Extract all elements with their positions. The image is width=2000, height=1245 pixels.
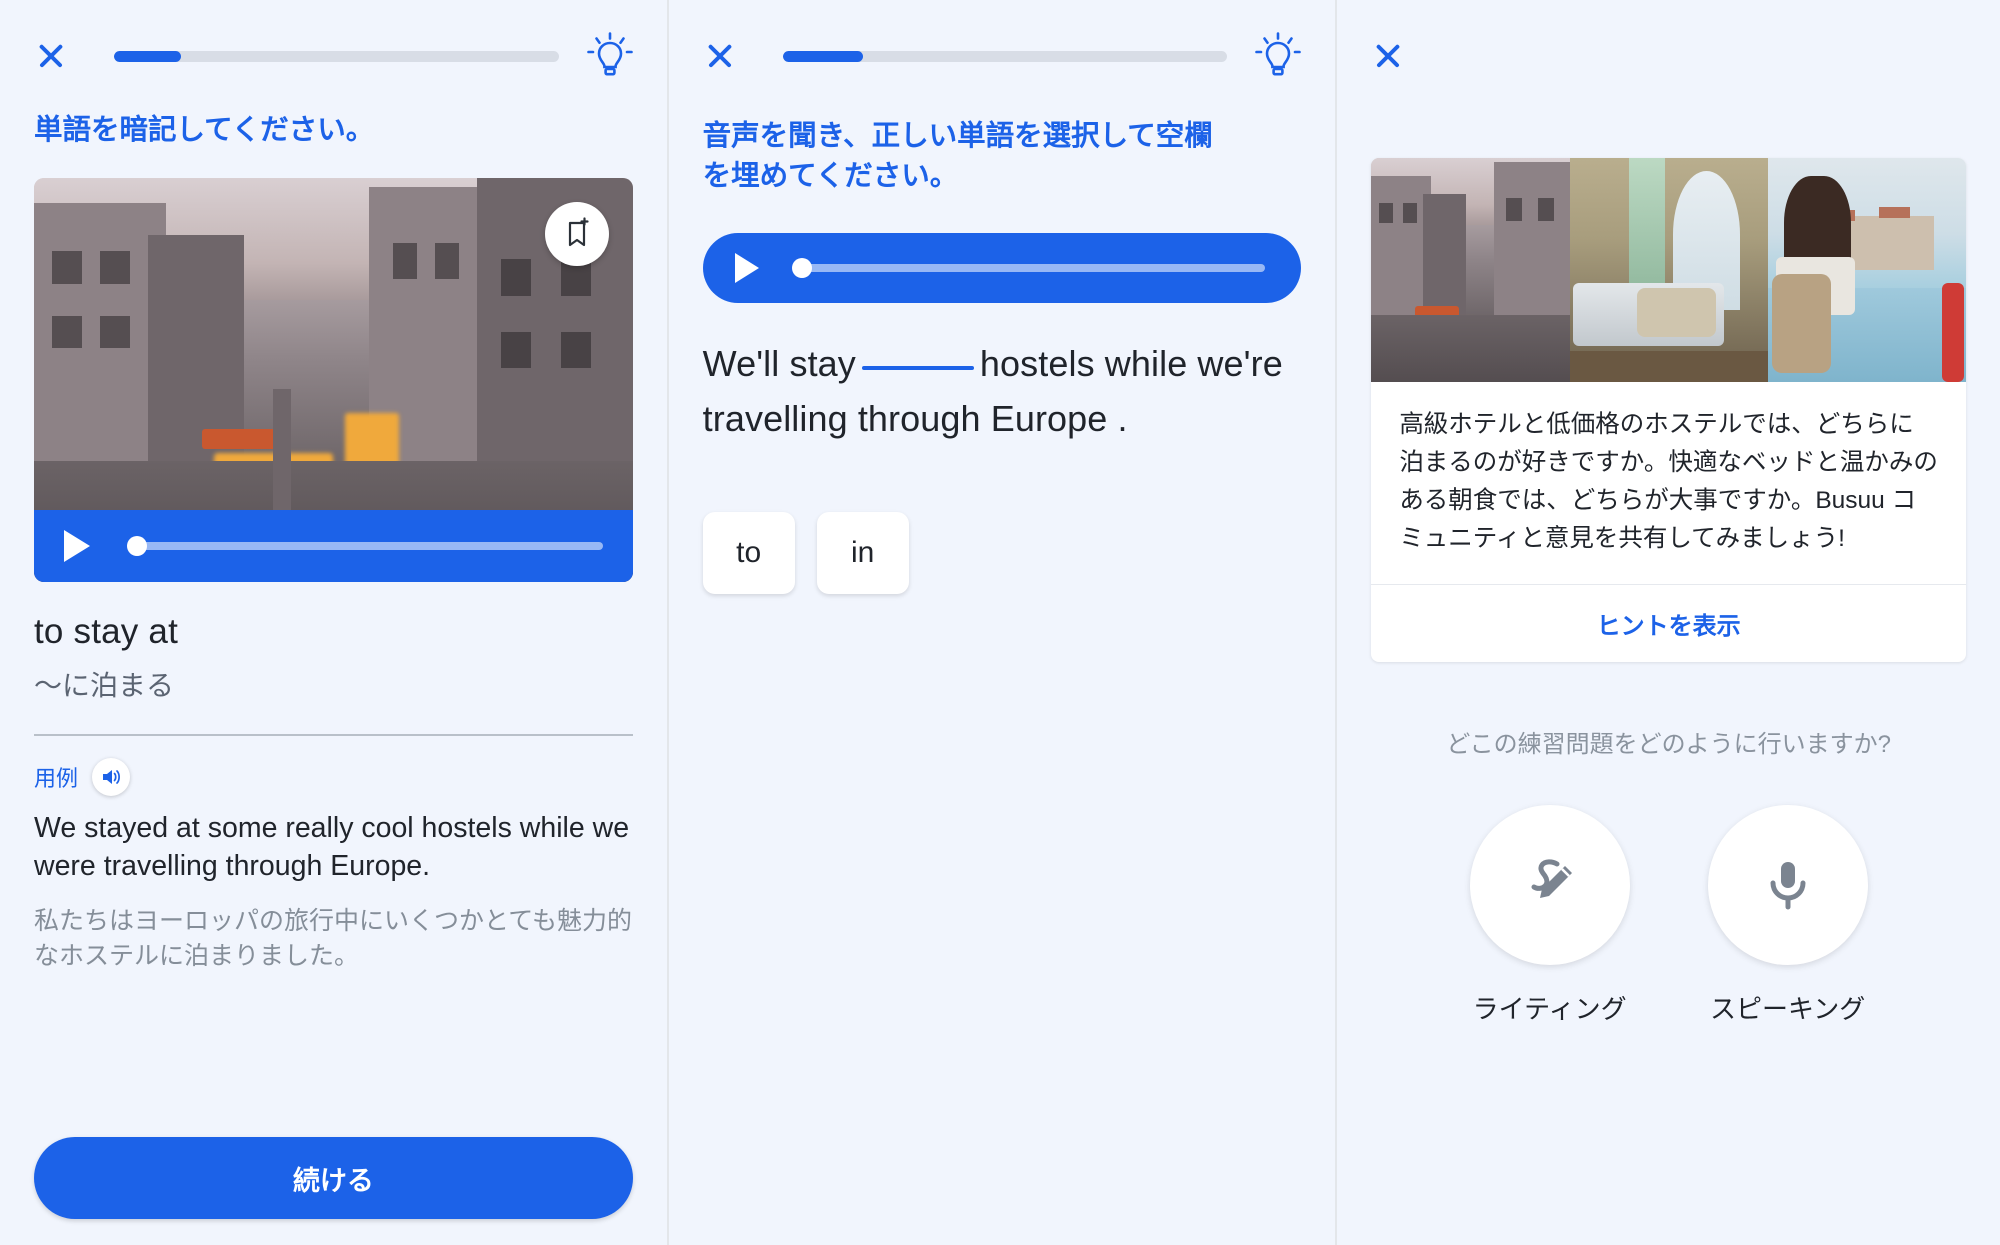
panel-fill-the-gap: 音声を聞き、正しい単語を選択して空欄を埋めてください。 We'll stay ho… — [668, 0, 1336, 1245]
example-sentence-japanese: 私たちはヨーロッパの旅行中にいくつかとても魅力的なホステルに泊まりました。 — [34, 906, 633, 971]
lightbulb-icon[interactable] — [586, 32, 633, 80]
example-sentence-english: We stayed at some really cool hostels wh… — [34, 811, 630, 882]
practice-prompt-card: 高級ホテルと低価格のホステルでは、どちらに泊まるのが好きですか。快適なベッドと温… — [1371, 158, 1966, 662]
example-label: 用例 — [34, 765, 79, 791]
bookmark-add-button[interactable] — [544, 202, 609, 267]
lesson-progress-bar — [114, 50, 559, 62]
practice-mode-question: どこの練習問題をどのように行いますか? — [1446, 730, 1891, 758]
close-icon[interactable] — [34, 39, 68, 73]
practice-prompt-body: 高級ホテルと低価格のホステルでは、どちらに泊まるのが好きですか。快適なベッドと温… — [1371, 382, 1966, 584]
answer-options: to in — [669, 446, 1336, 595]
practice-mode-writing[interactable]: ライティング — [1469, 804, 1630, 1026]
answer-option-to[interactable]: to — [702, 512, 795, 595]
cloze-blank[interactable] — [861, 365, 974, 370]
audio-seek-knob[interactable] — [127, 536, 148, 557]
speaking-button[interactable] — [1707, 804, 1868, 965]
panel-vocabulary-card: 単語を暗記してください。 to stay at 〜に泊まる 用例 We stay… — [0, 0, 667, 1245]
bookmark-add-icon — [568, 217, 589, 247]
panel2-topbar — [669, 0, 1336, 84]
vocabulary-word-block: to stay at 〜に泊まる — [0, 582, 667, 704]
continue-button[interactable]: 続ける — [34, 1137, 633, 1219]
panel3-topbar — [1337, 0, 2000, 84]
pencil-write-icon — [1531, 859, 1572, 898]
practice-photo-strip — [1371, 158, 1966, 382]
audio-seek-knob[interactable] — [792, 257, 813, 278]
word-japanese: 〜に泊まる — [34, 670, 175, 702]
practice-mode-options: ライティング スピーキング — [1337, 804, 2000, 1026]
panel1-topbar — [0, 0, 667, 84]
lightbulb-icon[interactable] — [1255, 32, 1302, 80]
lesson-progress-fill — [782, 50, 863, 62]
practice-mode-speaking[interactable]: スピーキング — [1707, 804, 1868, 1026]
speaking-label: スピーキング — [1710, 993, 1866, 1024]
cloze-before: We'll stay — [702, 342, 856, 384]
hotel-room-photo — [1569, 158, 1768, 382]
vocabulary-media-card — [34, 178, 633, 583]
panel1-instruction: 単語を暗記してください。 — [34, 114, 375, 146]
vocabulary-audio-player — [34, 510, 633, 583]
screenshot-root: 単語を暗記してください。 to stay at 〜に泊まる 用例 We stay… — [0, 0, 2000, 1245]
panel2-instruction: 音声を聞き、正しい単語を選択して空欄を埋めてください。 — [702, 120, 1213, 193]
cloze-sentence: We'll stay hostels while we're travelling… — [669, 303, 1336, 446]
practice-prompt-text: 高級ホテルと低価格のホステルでは、どちらに泊まるのが好きですか。快適なベッドと温… — [1399, 411, 1938, 552]
audio-seek-track[interactable] — [792, 257, 1266, 278]
audio-seek-track[interactable] — [127, 536, 603, 557]
show-hint-button[interactable]: ヒントを表示 — [1371, 583, 1966, 662]
microphone-icon — [1770, 861, 1806, 910]
panel-practice-prompt: 高級ホテルと低価格のホステルでは、どちらに泊まるのが好きですか。快適なベッドと温… — [1337, 0, 2000, 1245]
speaker-icon — [103, 769, 120, 784]
lesson-progress-bar — [782, 50, 1228, 62]
play-icon[interactable] — [734, 252, 759, 283]
gap-audio-player — [702, 232, 1302, 303]
show-hint-label: ヒントを表示 — [1596, 612, 1741, 640]
writing-button[interactable] — [1469, 804, 1630, 965]
traveller-harbor-photo — [1767, 158, 1966, 382]
lesson-progress-fill — [114, 50, 181, 62]
paris-street-photo — [1371, 158, 1570, 382]
writing-label: ライティング — [1472, 993, 1627, 1024]
word-english: to stay at — [34, 612, 179, 652]
play-icon[interactable] — [64, 530, 90, 563]
close-icon[interactable] — [1371, 39, 1405, 73]
close-icon[interactable] — [703, 39, 737, 73]
example-header: 用例 — [0, 736, 667, 796]
speaker-button[interactable] — [92, 757, 131, 796]
answer-option-in[interactable]: in — [816, 512, 909, 595]
cloze-end: . — [1117, 397, 1128, 439]
